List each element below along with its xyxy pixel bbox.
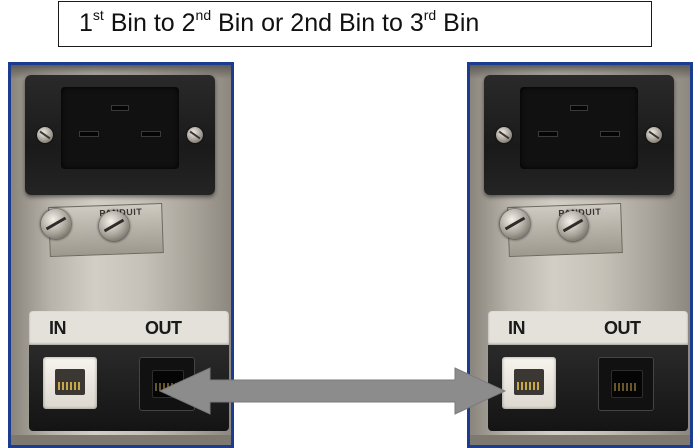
double-headed-arrow-icon <box>158 367 507 415</box>
arrow-shape <box>158 367 507 415</box>
connection-arrow <box>158 367 507 415</box>
